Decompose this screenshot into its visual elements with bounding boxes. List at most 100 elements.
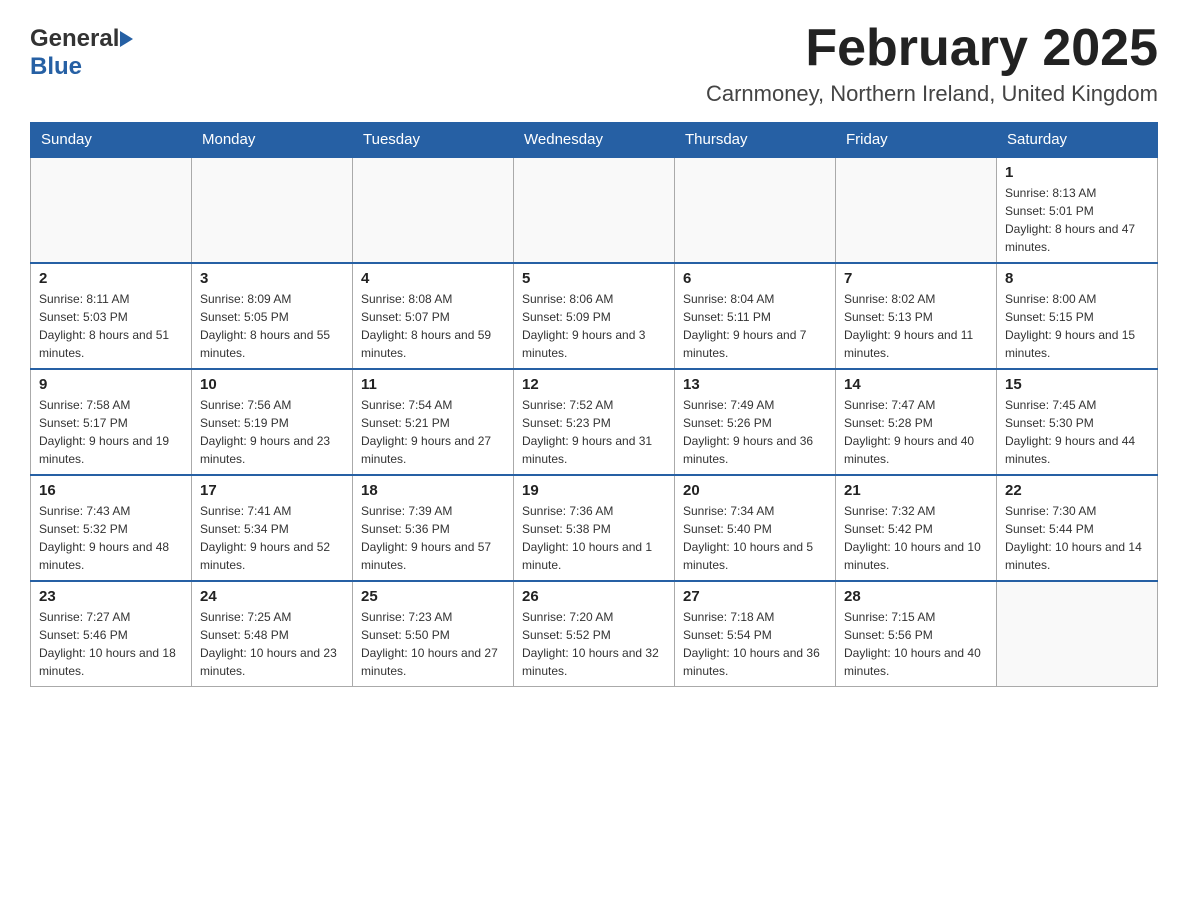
calendar-day-cell: 15 Sunrise: 7:45 AM Sunset: 5:30 PM Dayli… [997, 369, 1158, 475]
day-info: Sunrise: 7:36 AM Sunset: 5:38 PM Dayligh… [522, 502, 666, 574]
day-info: Sunrise: 7:58 AM Sunset: 5:17 PM Dayligh… [39, 396, 183, 468]
day-number: 23 [39, 588, 183, 605]
calendar-day-cell: 18 Sunrise: 7:39 AM Sunset: 5:36 PM Dayli… [353, 475, 514, 581]
calendar-header-saturday: Saturday [997, 123, 1158, 158]
calendar-day-cell: 7 Sunrise: 8:02 AM Sunset: 5:13 PM Daylig… [836, 263, 997, 369]
day-number: 15 [1005, 376, 1149, 393]
calendar-header-row: SundayMondayTuesdayWednesdayThursdayFrid… [31, 123, 1158, 158]
day-number: 5 [522, 270, 666, 287]
calendar-day-cell: 17Sunrise: 7:41 AM Sunset: 5:34 PM Dayli… [192, 475, 353, 581]
day-number: 20 [683, 482, 827, 499]
day-info: Sunrise: 8:06 AM Sunset: 5:09 PM Dayligh… [522, 290, 666, 362]
day-info: Sunrise: 7:23 AM Sunset: 5:50 PM Dayligh… [361, 608, 505, 680]
day-info: Sunrise: 7:43 AM Sunset: 5:32 PM Dayligh… [39, 502, 183, 574]
day-number: 6 [683, 270, 827, 287]
day-number: 16 [39, 482, 183, 499]
calendar-day-cell: 25 Sunrise: 7:23 AM Sunset: 5:50 PM Dayli… [353, 581, 514, 687]
day-info: Sunrise: 8:02 AM Sunset: 5:13 PM Dayligh… [844, 290, 988, 362]
calendar-day-cell: 16 Sunrise: 7:43 AM Sunset: 5:32 PM Dayli… [31, 475, 192, 581]
calendar-day-cell: 26Sunrise: 7:20 AM Sunset: 5:52 PM Dayli… [514, 581, 675, 687]
day-number: 4 [361, 270, 505, 287]
calendar-day-cell: 10 Sunrise: 7:56 AM Sunset: 5:19 PM Dayli… [192, 369, 353, 475]
calendar-header-monday: Monday [192, 123, 353, 158]
day-number: 25 [361, 588, 505, 605]
calendar-day-cell: 12 Sunrise: 7:52 AM Sunset: 5:23 PM Dayli… [514, 369, 675, 475]
calendar-day-cell: 4Sunrise: 8:08 AM Sunset: 5:07 PM Daylig… [353, 263, 514, 369]
month-title: February 2025 [706, 20, 1158, 77]
calendar-day-cell: 27 Sunrise: 7:18 AM Sunset: 5:54 PM Dayli… [675, 581, 836, 687]
day-number: 26 [522, 588, 666, 605]
calendar-day-cell: 28Sunrise: 7:15 AM Sunset: 5:56 PM Dayli… [836, 581, 997, 687]
day-info: Sunrise: 7:27 AM Sunset: 5:46 PM Dayligh… [39, 608, 183, 680]
day-info: Sunrise: 8:11 AM Sunset: 5:03 PM Dayligh… [39, 290, 183, 362]
logo-general-text: General [30, 25, 119, 53]
calendar-day-cell [997, 581, 1158, 687]
day-info: Sunrise: 7:30 AM Sunset: 5:44 PM Dayligh… [1005, 502, 1149, 574]
calendar-day-cell: 21 Sunrise: 7:32 AM Sunset: 5:42 PM Dayli… [836, 475, 997, 581]
day-number: 22 [1005, 482, 1149, 499]
day-number: 27 [683, 588, 827, 605]
day-number: 14 [844, 376, 988, 393]
calendar-day-cell [31, 157, 192, 263]
logo: General Blue [30, 20, 133, 81]
calendar-header-sunday: Sunday [31, 123, 192, 158]
day-info: Sunrise: 7:32 AM Sunset: 5:42 PM Dayligh… [844, 502, 988, 574]
logo-blue-text: Blue [30, 53, 82, 81]
day-number: 8 [1005, 270, 1149, 287]
calendar-header-friday: Friday [836, 123, 997, 158]
day-number: 18 [361, 482, 505, 499]
calendar-day-cell: 5 Sunrise: 8:06 AM Sunset: 5:09 PM Daylig… [514, 263, 675, 369]
day-info: Sunrise: 7:25 AM Sunset: 5:48 PM Dayligh… [200, 608, 344, 680]
calendar-header-tuesday: Tuesday [353, 123, 514, 158]
calendar-day-cell: 6 Sunrise: 8:04 AM Sunset: 5:11 PM Daylig… [675, 263, 836, 369]
day-info: Sunrise: 7:49 AM Sunset: 5:26 PM Dayligh… [683, 396, 827, 468]
calendar-day-cell: 1 Sunrise: 8:13 AM Sunset: 5:01 PM Daylig… [997, 157, 1158, 263]
calendar-day-cell: 14 Sunrise: 7:47 AM Sunset: 5:28 PM Dayli… [836, 369, 997, 475]
calendar-day-cell: 22 Sunrise: 7:30 AM Sunset: 5:44 PM Dayli… [997, 475, 1158, 581]
day-info: Sunrise: 8:04 AM Sunset: 5:11 PM Dayligh… [683, 290, 827, 362]
day-number: 10 [200, 376, 344, 393]
calendar-week-row: 1 Sunrise: 8:13 AM Sunset: 5:01 PM Daylig… [31, 157, 1158, 263]
day-number: 1 [1005, 164, 1149, 181]
day-number: 13 [683, 376, 827, 393]
day-info: Sunrise: 7:54 AM Sunset: 5:21 PM Dayligh… [361, 396, 505, 468]
day-info: Sunrise: 7:34 AM Sunset: 5:40 PM Dayligh… [683, 502, 827, 574]
day-number: 2 [39, 270, 183, 287]
calendar-header-wednesday: Wednesday [514, 123, 675, 158]
calendar-day-cell: 8Sunrise: 8:00 AM Sunset: 5:15 PM Daylig… [997, 263, 1158, 369]
calendar-day-cell: 11 Sunrise: 7:54 AM Sunset: 5:21 PM Dayli… [353, 369, 514, 475]
day-info: Sunrise: 8:09 AM Sunset: 5:05 PM Dayligh… [200, 290, 344, 362]
calendar-day-cell [514, 157, 675, 263]
logo-chevron-icon [120, 31, 133, 47]
day-info: Sunrise: 7:52 AM Sunset: 5:23 PM Dayligh… [522, 396, 666, 468]
day-number: 11 [361, 376, 505, 393]
day-info: Sunrise: 7:39 AM Sunset: 5:36 PM Dayligh… [361, 502, 505, 574]
calendar-week-row: 2 Sunrise: 8:11 AM Sunset: 5:03 PM Daylig… [31, 263, 1158, 369]
title-area: February 2025 Carnmoney, Northern Irelan… [706, 20, 1158, 107]
day-number: 24 [200, 588, 344, 605]
day-info: Sunrise: 7:18 AM Sunset: 5:54 PM Dayligh… [683, 608, 827, 680]
day-number: 7 [844, 270, 988, 287]
day-number: 28 [844, 588, 988, 605]
calendar-week-row: 9 Sunrise: 7:58 AM Sunset: 5:17 PM Daylig… [31, 369, 1158, 475]
day-info: Sunrise: 7:56 AM Sunset: 5:19 PM Dayligh… [200, 396, 344, 468]
calendar-day-cell [675, 157, 836, 263]
calendar-day-cell: 20 Sunrise: 7:34 AM Sunset: 5:40 PM Dayli… [675, 475, 836, 581]
calendar-week-row: 23 Sunrise: 7:27 AM Sunset: 5:46 PM Dayli… [31, 581, 1158, 687]
day-number: 21 [844, 482, 988, 499]
calendar-day-cell: 24 Sunrise: 7:25 AM Sunset: 5:48 PM Dayli… [192, 581, 353, 687]
calendar-day-cell: 3 Sunrise: 8:09 AM Sunset: 5:05 PM Daylig… [192, 263, 353, 369]
calendar-day-cell [353, 157, 514, 263]
day-info: Sunrise: 7:47 AM Sunset: 5:28 PM Dayligh… [844, 396, 988, 468]
calendar-table: SundayMondayTuesdayWednesdayThursdayFrid… [30, 122, 1158, 687]
day-number: 9 [39, 376, 183, 393]
calendar-day-cell [192, 157, 353, 263]
day-info: Sunrise: 7:45 AM Sunset: 5:30 PM Dayligh… [1005, 396, 1149, 468]
day-info: Sunrise: 8:13 AM Sunset: 5:01 PM Dayligh… [1005, 184, 1149, 256]
day-number: 12 [522, 376, 666, 393]
calendar-day-cell: 9 Sunrise: 7:58 AM Sunset: 5:17 PM Daylig… [31, 369, 192, 475]
page-header: General Blue February 2025 Carnmoney, No… [30, 20, 1158, 107]
calendar-day-cell: 23 Sunrise: 7:27 AM Sunset: 5:46 PM Dayli… [31, 581, 192, 687]
calendar-week-row: 16 Sunrise: 7:43 AM Sunset: 5:32 PM Dayli… [31, 475, 1158, 581]
day-number: 3 [200, 270, 344, 287]
